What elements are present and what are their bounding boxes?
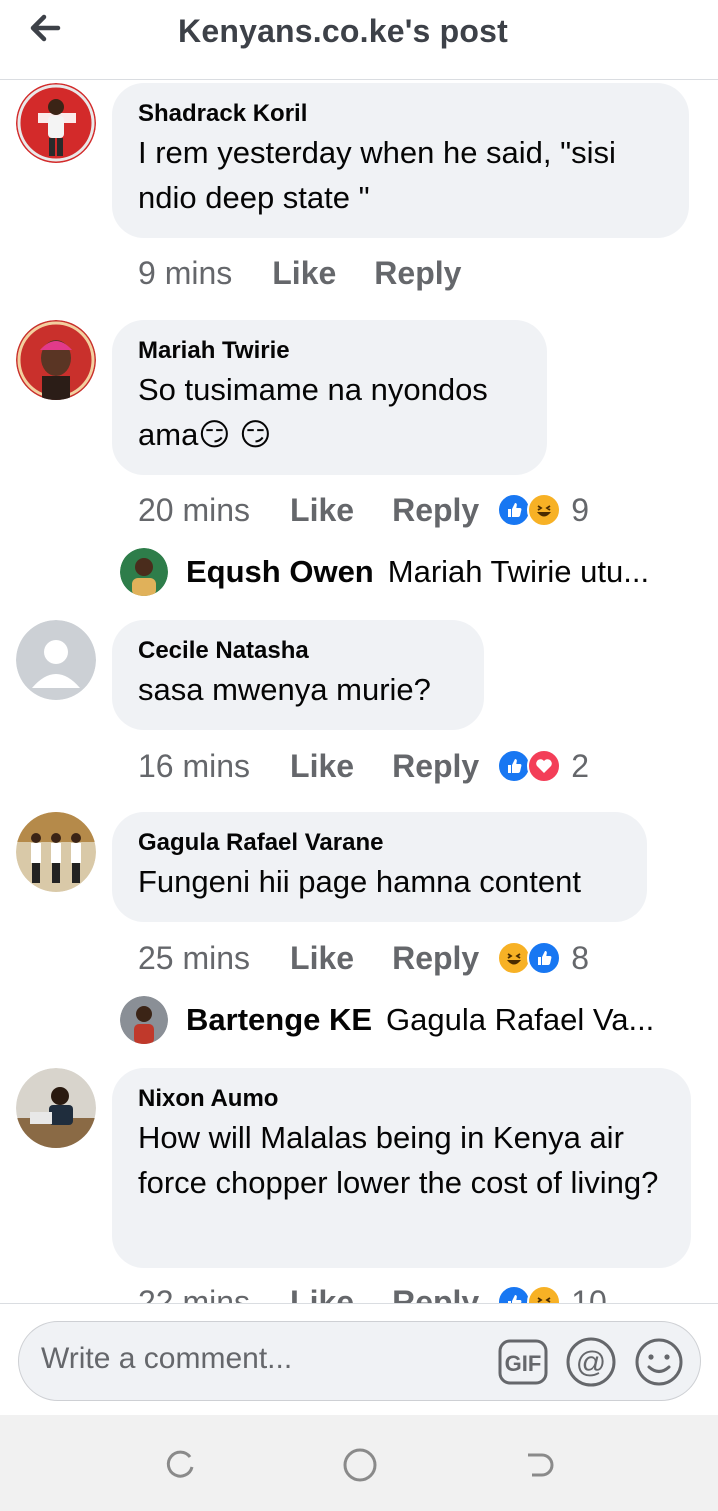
comment-bubble[interactable]: Shadrack Koril I rem yesterday when he s… xyxy=(112,83,689,238)
svg-text:@: @ xyxy=(576,1346,606,1379)
comment-composer: Write a comment... GIF @ xyxy=(0,1303,718,1415)
avatar xyxy=(120,548,168,596)
back-icon[interactable] xyxy=(520,1445,560,1485)
haha-reaction-icon xyxy=(527,493,562,527)
avatar[interactable] xyxy=(16,83,96,163)
reply-author: Bartenge KE xyxy=(186,1002,373,1037)
reply-author: Eqush Owen xyxy=(186,554,374,589)
comment-bubble[interactable]: Gagula Rafael Varane Fungeni hii page ha… xyxy=(112,812,647,922)
comment-time[interactable]: 20 mins xyxy=(138,492,250,529)
comment-author[interactable]: Shadrack Koril xyxy=(138,98,663,130)
comment-actions: 22 mins Like Reply 10 xyxy=(138,1282,607,1303)
comment-author[interactable]: Cecile Natasha xyxy=(138,635,458,667)
comment-author[interactable]: Gagula Rafael Varane xyxy=(138,827,621,859)
system-nav-bar xyxy=(0,1415,718,1511)
avatar[interactable] xyxy=(16,320,96,400)
reaction-count: 10 xyxy=(571,1283,607,1304)
comment-actions: 20 mins Like Reply 9 xyxy=(138,490,589,530)
comment-text: So tusimame na nyondos ama😏 😏 xyxy=(138,372,488,452)
like-reaction-icon xyxy=(497,1285,532,1303)
like-button[interactable]: Like xyxy=(290,492,354,529)
like-reaction-icon xyxy=(527,941,562,975)
comment-actions: 16 mins Like Reply 2 xyxy=(138,746,589,786)
like-button[interactable]: Like xyxy=(272,255,336,292)
comment-text: Fungeni hii page hamna content xyxy=(138,864,581,899)
comment-actions: 9 mins Like Reply xyxy=(138,253,461,293)
comment-author[interactable]: Nixon Aumo xyxy=(138,1083,665,1115)
comment-time[interactable]: 22 mins xyxy=(138,1284,250,1304)
comment-author[interactable]: Mariah Twirie xyxy=(138,335,521,367)
reply-snippet: Gagula Rafael Va... xyxy=(386,1002,655,1037)
home-icon[interactable] xyxy=(340,1445,380,1485)
reply-preview[interactable]: Bartenge KE Gagula Rafael Va... xyxy=(120,995,654,1045)
reply-button[interactable]: Reply xyxy=(392,748,479,785)
reaction-summary[interactable]: 10 xyxy=(497,1283,607,1304)
reaction-count: 9 xyxy=(571,491,590,528)
reply-button[interactable]: Reply xyxy=(374,255,461,292)
at-mention-icon[interactable]: @ xyxy=(565,1336,617,1388)
haha-reaction-icon xyxy=(497,941,532,975)
like-reaction-icon xyxy=(497,493,532,527)
comment-placeholder: Write a comment... xyxy=(41,1342,293,1375)
comment-bubble[interactable]: Cecile Natasha sasa mwenya murie? xyxy=(112,620,484,730)
top-bar: Kenyans.co.ke's post xyxy=(0,0,718,80)
reaction-summary[interactable]: 9 xyxy=(497,492,589,529)
avatar[interactable] xyxy=(16,1068,96,1148)
like-button[interactable]: Like xyxy=(290,748,354,785)
reply-preview[interactable]: Eqush Owen Mariah Twirie utu... xyxy=(120,547,649,597)
gif-icon[interactable]: GIF xyxy=(497,1336,549,1388)
like-button[interactable]: Like xyxy=(290,1284,354,1304)
emoji-icon[interactable] xyxy=(633,1336,685,1388)
comment-list[interactable]: Shadrack Koril I rem yesterday when he s… xyxy=(0,80,718,1303)
comment-time[interactable]: 25 mins xyxy=(138,940,250,977)
love-reaction-icon xyxy=(527,749,562,783)
reaction-count: 2 xyxy=(571,747,590,784)
reaction-summary[interactable]: 8 xyxy=(497,940,589,977)
reply-snippet: Mariah Twirie utu... xyxy=(387,554,650,589)
svg-text:GIF: GIF xyxy=(505,1351,542,1376)
comment-text: sasa mwenya murie? xyxy=(138,672,431,707)
like-button[interactable]: Like xyxy=(290,940,354,977)
comment-text: How will Malalas being in Kenya air forc… xyxy=(138,1120,659,1200)
reaction-summary[interactable]: 2 xyxy=(497,748,589,785)
like-reaction-icon xyxy=(497,749,532,783)
comment-bubble[interactable]: Mariah Twirie So tusimame na nyondos ama… xyxy=(112,320,547,475)
reply-button[interactable]: Reply xyxy=(392,1284,479,1304)
avatar[interactable] xyxy=(16,620,96,700)
page-title: Kenyans.co.ke's post xyxy=(178,13,508,49)
reply-button[interactable]: Reply xyxy=(392,940,479,977)
comment-input[interactable]: Write a comment... GIF @ xyxy=(18,1321,701,1401)
comment-time[interactable]: 16 mins xyxy=(138,748,250,785)
reaction-count: 8 xyxy=(571,939,590,976)
reply-button[interactable]: Reply xyxy=(392,492,479,529)
haha-reaction-icon xyxy=(527,1285,562,1303)
avatar xyxy=(120,996,168,1044)
comment-bubble[interactable]: Nixon Aumo How will Malalas being in Ken… xyxy=(112,1068,691,1268)
comment-time[interactable]: 9 mins xyxy=(138,255,232,292)
comment-text: I rem yesterday when he said, "sisi ndio… xyxy=(138,135,616,215)
avatar[interactable] xyxy=(16,812,96,892)
comment-actions: 25 mins Like Reply 8 xyxy=(138,938,589,978)
recent-apps-icon[interactable] xyxy=(160,1445,200,1485)
